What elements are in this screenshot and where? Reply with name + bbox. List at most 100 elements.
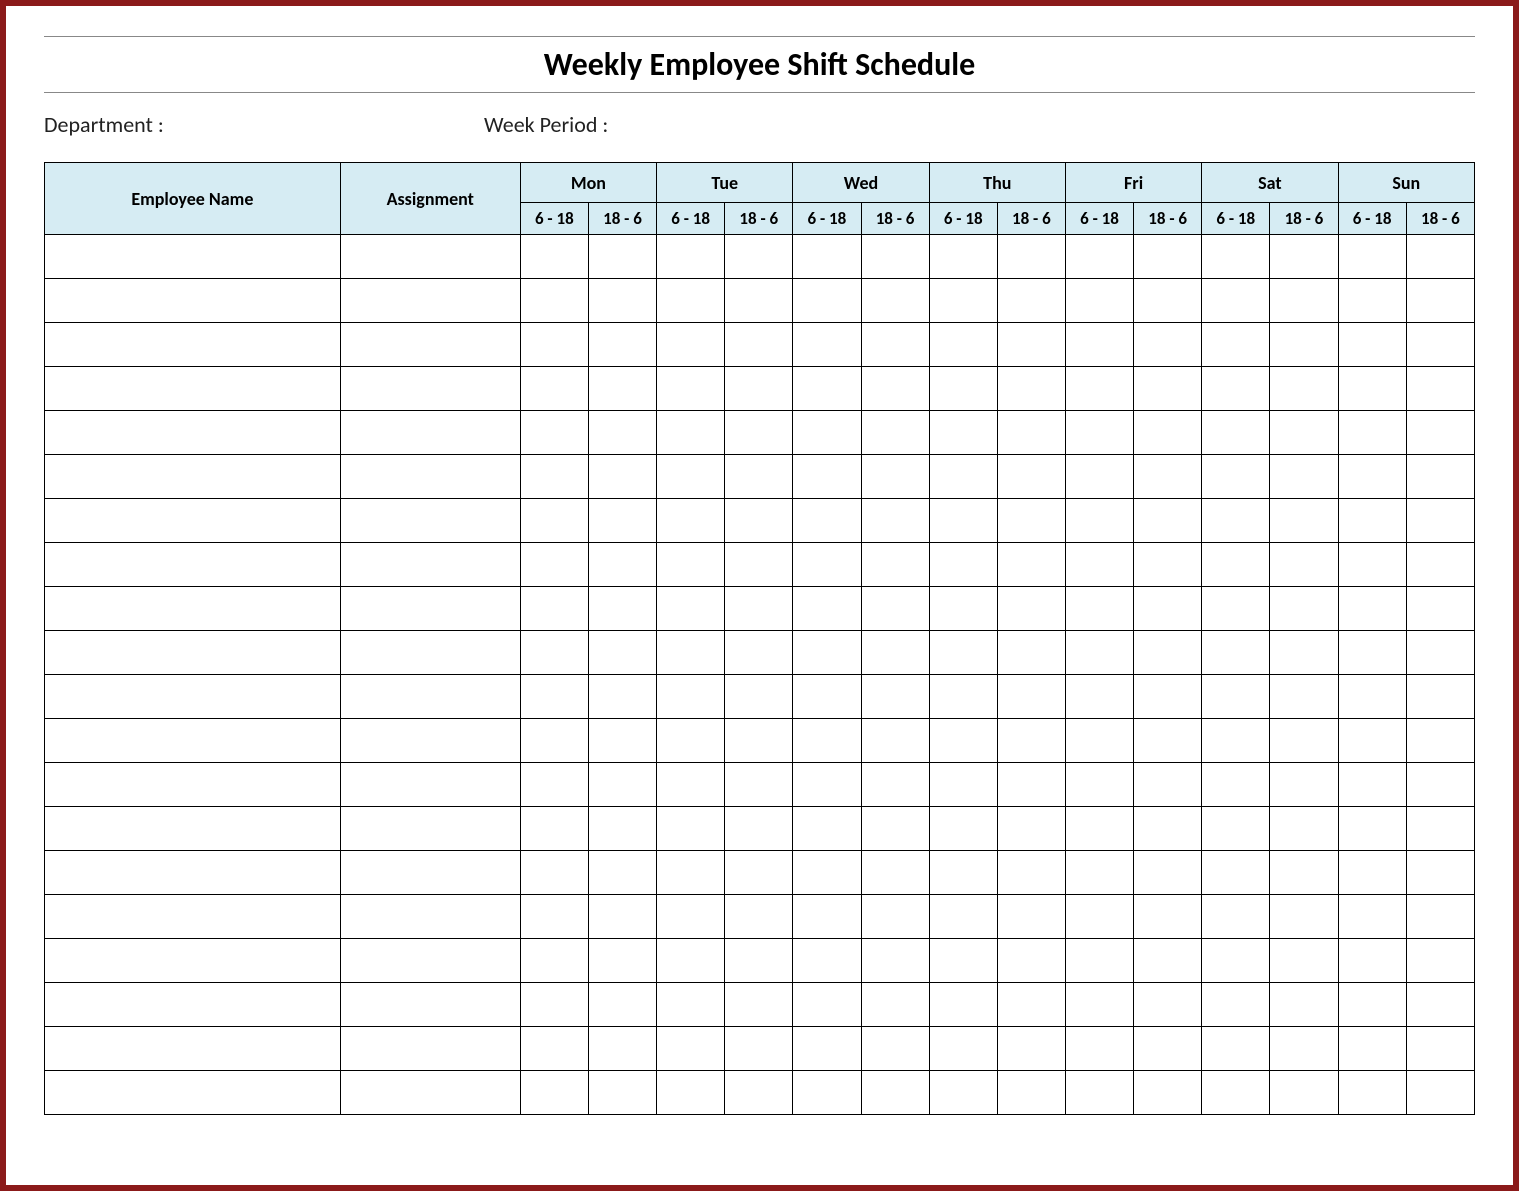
- cell-shift[interactable]: [793, 499, 861, 543]
- cell-shift[interactable]: [657, 543, 725, 587]
- cell-employee-name[interactable]: [45, 499, 341, 543]
- cell-assignment[interactable]: [340, 543, 520, 587]
- cell-shift[interactable]: [929, 719, 997, 763]
- cell-shift[interactable]: [1338, 411, 1406, 455]
- cell-shift[interactable]: [520, 367, 588, 411]
- cell-shift[interactable]: [861, 411, 929, 455]
- cell-shift[interactable]: [725, 499, 793, 543]
- cell-shift[interactable]: [1270, 675, 1338, 719]
- cell-shift[interactable]: [520, 455, 588, 499]
- cell-shift[interactable]: [1065, 543, 1133, 587]
- cell-shift[interactable]: [725, 807, 793, 851]
- cell-shift[interactable]: [997, 983, 1065, 1027]
- cell-shift[interactable]: [520, 895, 588, 939]
- cell-shift[interactable]: [929, 367, 997, 411]
- cell-shift[interactable]: [997, 939, 1065, 983]
- cell-shift[interactable]: [1338, 983, 1406, 1027]
- cell-shift[interactable]: [861, 499, 929, 543]
- cell-shift[interactable]: [657, 499, 725, 543]
- cell-shift[interactable]: [725, 895, 793, 939]
- cell-shift[interactable]: [997, 587, 1065, 631]
- cell-shift[interactable]: [1270, 763, 1338, 807]
- cell-shift[interactable]: [997, 851, 1065, 895]
- cell-shift[interactable]: [657, 675, 725, 719]
- cell-shift[interactable]: [588, 323, 656, 367]
- cell-shift[interactable]: [1065, 675, 1133, 719]
- cell-shift[interactable]: [588, 543, 656, 587]
- cell-shift[interactable]: [1270, 543, 1338, 587]
- cell-shift[interactable]: [588, 807, 656, 851]
- cell-shift[interactable]: [1270, 411, 1338, 455]
- cell-shift[interactable]: [1134, 763, 1202, 807]
- cell-shift[interactable]: [725, 983, 793, 1027]
- cell-shift[interactable]: [520, 719, 588, 763]
- cell-shift[interactable]: [1406, 939, 1474, 983]
- cell-shift[interactable]: [588, 411, 656, 455]
- cell-shift[interactable]: [725, 587, 793, 631]
- cell-shift[interactable]: [1202, 587, 1270, 631]
- cell-shift[interactable]: [793, 851, 861, 895]
- cell-shift[interactable]: [657, 895, 725, 939]
- cell-shift[interactable]: [1134, 983, 1202, 1027]
- cell-assignment[interactable]: [340, 1071, 520, 1115]
- cell-shift[interactable]: [588, 631, 656, 675]
- cell-shift[interactable]: [520, 631, 588, 675]
- cell-shift[interactable]: [520, 543, 588, 587]
- cell-shift[interactable]: [1406, 499, 1474, 543]
- cell-shift[interactable]: [861, 763, 929, 807]
- cell-shift[interactable]: [1406, 851, 1474, 895]
- cell-shift[interactable]: [929, 499, 997, 543]
- cell-shift[interactable]: [1270, 807, 1338, 851]
- cell-assignment[interactable]: [340, 279, 520, 323]
- cell-shift[interactable]: [1134, 631, 1202, 675]
- cell-shift[interactable]: [520, 983, 588, 1027]
- cell-shift[interactable]: [1134, 807, 1202, 851]
- cell-shift[interactable]: [997, 455, 1065, 499]
- cell-shift[interactable]: [793, 675, 861, 719]
- cell-shift[interactable]: [520, 675, 588, 719]
- cell-shift[interactable]: [1202, 543, 1270, 587]
- cell-shift[interactable]: [929, 895, 997, 939]
- cell-shift[interactable]: [1065, 895, 1133, 939]
- cell-shift[interactable]: [793, 279, 861, 323]
- cell-shift[interactable]: [997, 367, 1065, 411]
- cell-shift[interactable]: [997, 763, 1065, 807]
- cell-shift[interactable]: [929, 587, 997, 631]
- cell-shift[interactable]: [793, 1071, 861, 1115]
- cell-shift[interactable]: [1270, 983, 1338, 1027]
- cell-shift[interactable]: [997, 1071, 1065, 1115]
- cell-shift[interactable]: [520, 587, 588, 631]
- cell-shift[interactable]: [1406, 1071, 1474, 1115]
- cell-shift[interactable]: [1270, 235, 1338, 279]
- cell-employee-name[interactable]: [45, 455, 341, 499]
- cell-shift[interactable]: [793, 367, 861, 411]
- cell-shift[interactable]: [520, 411, 588, 455]
- cell-shift[interactable]: [657, 587, 725, 631]
- cell-shift[interactable]: [1406, 587, 1474, 631]
- cell-shift[interactable]: [1134, 1027, 1202, 1071]
- cell-shift[interactable]: [793, 235, 861, 279]
- cell-shift[interactable]: [793, 587, 861, 631]
- cell-shift[interactable]: [1270, 499, 1338, 543]
- cell-assignment[interactable]: [340, 807, 520, 851]
- cell-shift[interactable]: [793, 763, 861, 807]
- cell-shift[interactable]: [725, 279, 793, 323]
- cell-shift[interactable]: [657, 719, 725, 763]
- cell-shift[interactable]: [1406, 543, 1474, 587]
- cell-shift[interactable]: [861, 939, 929, 983]
- cell-shift[interactable]: [793, 719, 861, 763]
- cell-shift[interactable]: [1202, 411, 1270, 455]
- cell-shift[interactable]: [1065, 851, 1133, 895]
- cell-shift[interactable]: [657, 763, 725, 807]
- cell-shift[interactable]: [1202, 499, 1270, 543]
- cell-shift[interactable]: [1065, 939, 1133, 983]
- cell-assignment[interactable]: [340, 455, 520, 499]
- cell-shift[interactable]: [997, 807, 1065, 851]
- cell-shift[interactable]: [1134, 895, 1202, 939]
- cell-shift[interactable]: [1338, 367, 1406, 411]
- cell-shift[interactable]: [725, 719, 793, 763]
- cell-shift[interactable]: [793, 895, 861, 939]
- cell-shift[interactable]: [929, 675, 997, 719]
- cell-shift[interactable]: [1065, 763, 1133, 807]
- cell-shift[interactable]: [861, 631, 929, 675]
